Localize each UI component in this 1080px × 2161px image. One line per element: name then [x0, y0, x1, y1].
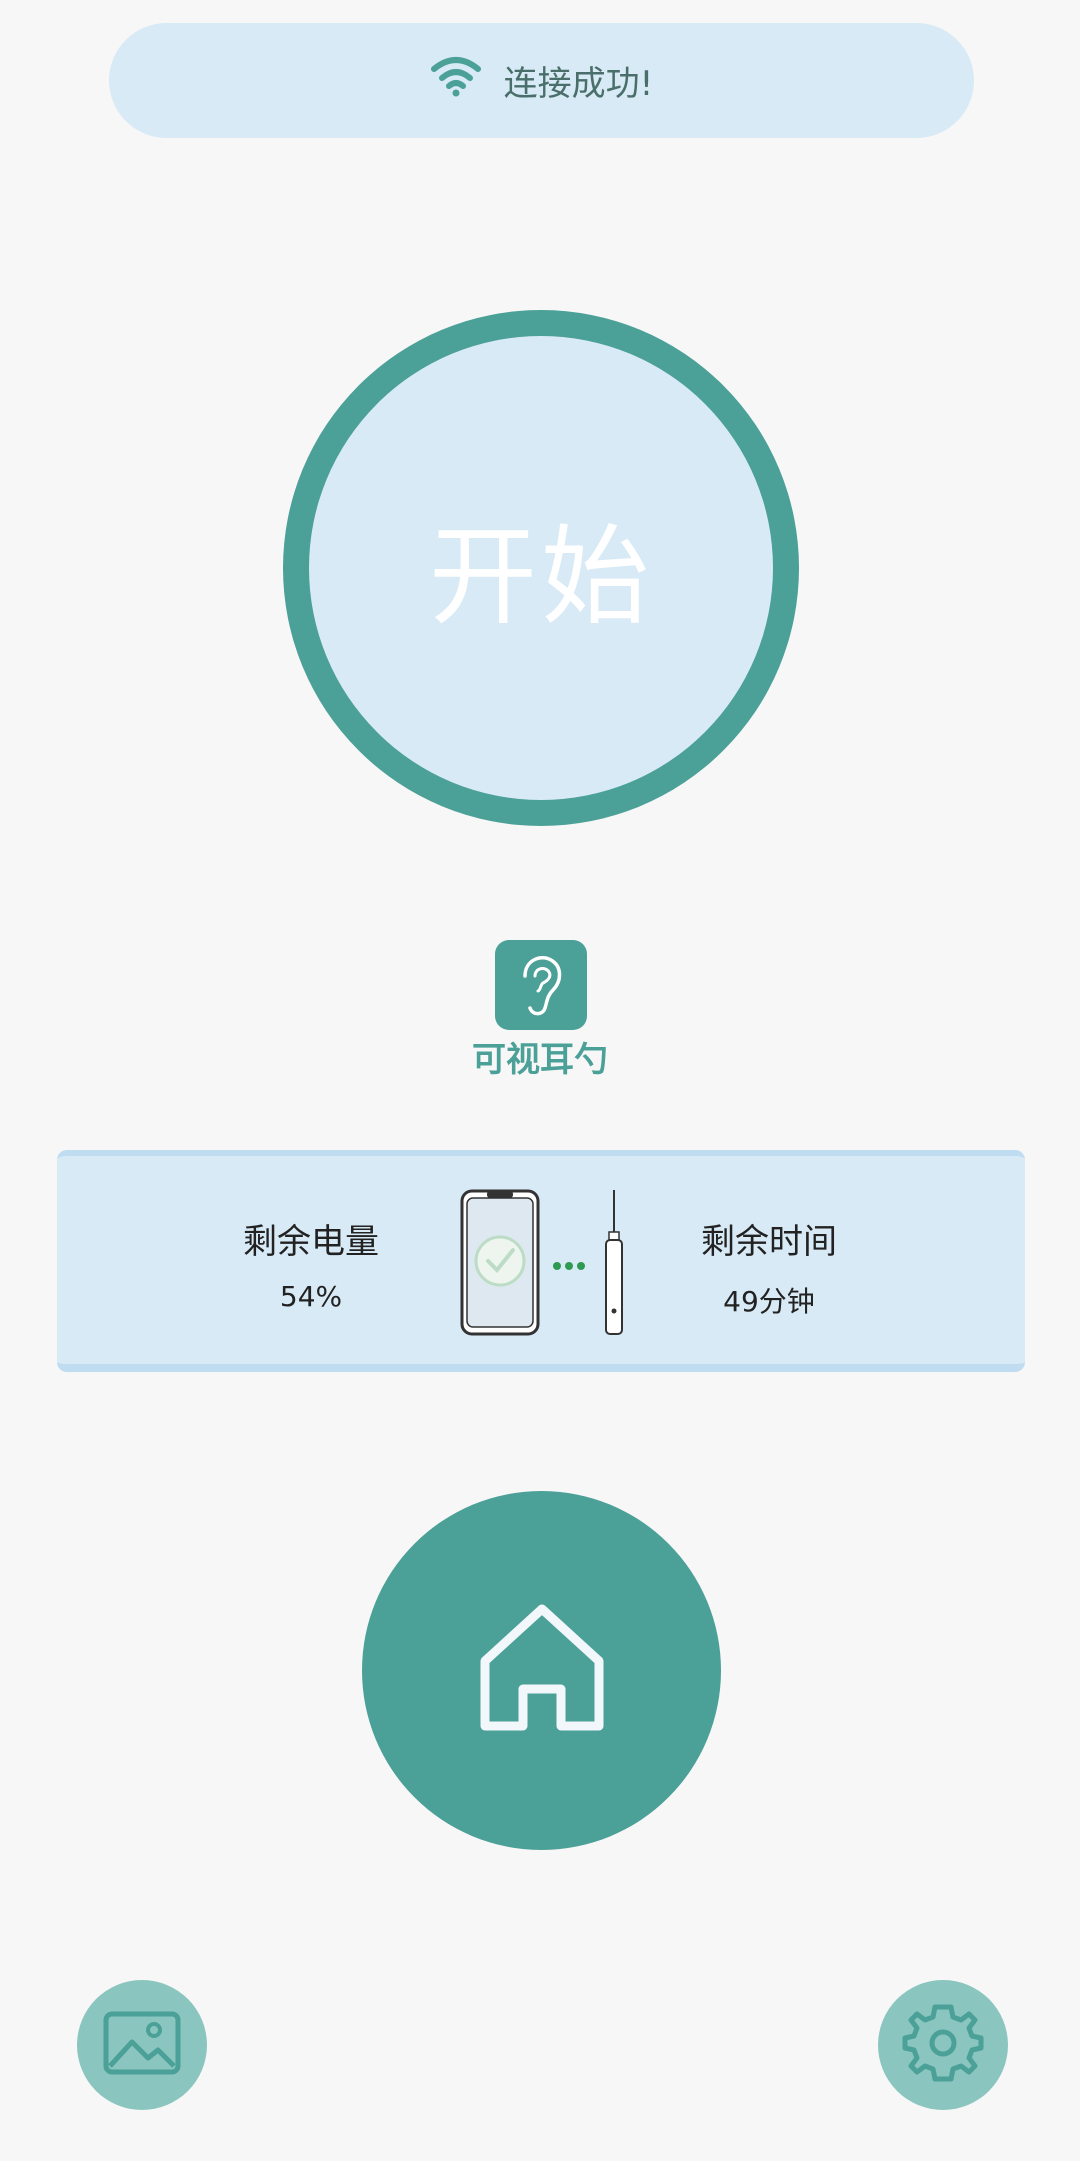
ear-icon [495, 940, 587, 1030]
gallery-button[interactable] [77, 1980, 207, 2110]
start-label: 开始 [428, 515, 653, 640]
time-label: 剩余时间 [701, 1222, 837, 1262]
battery-value: 54% [279, 1280, 343, 1313]
device-info-card: 剩余电量 54% 剩余时间 49分钟 [57, 1150, 1025, 1372]
connecting-dots-icon [553, 1262, 585, 1270]
ear-pick-device-icon [605, 1190, 623, 1335]
home-button[interactable] [362, 1491, 721, 1850]
wifi-icon [430, 55, 482, 106]
home-icon [477, 1601, 607, 1740]
connection-status-banner: 连接成功! [109, 23, 974, 138]
connection-status-text: 连接成功! [503, 64, 654, 104]
battery-label: 剩余电量 [243, 1222, 379, 1262]
gear-icon [901, 2001, 985, 2089]
time-value: 49分钟 [723, 1285, 815, 1318]
phone-icon [460, 1189, 540, 1336]
device-name: 可视耳勺 [472, 1040, 608, 1080]
image-icon [102, 2010, 182, 2080]
connection-graphic [457, 1186, 647, 1340]
start-button[interactable]: 开始 [283, 310, 799, 826]
settings-button[interactable] [878, 1980, 1008, 2110]
